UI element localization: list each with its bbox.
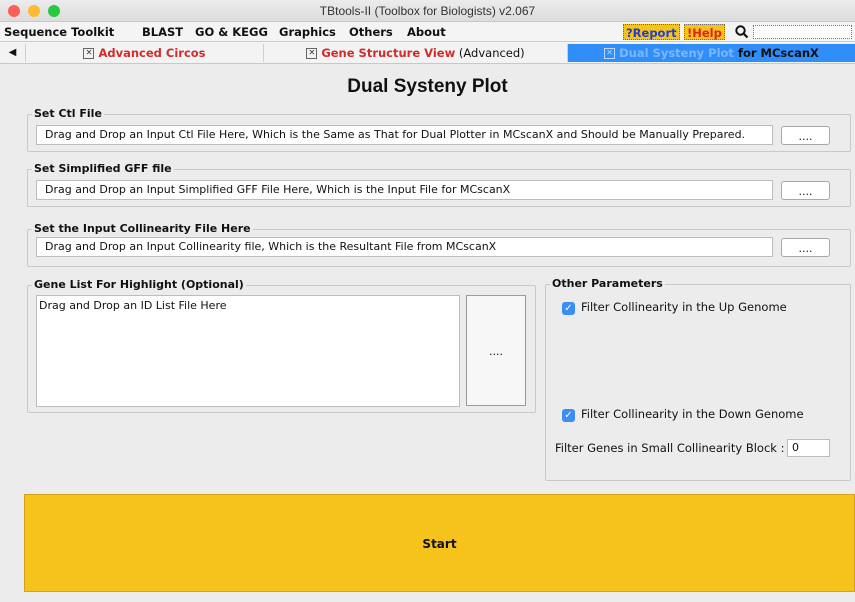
gff-file-browse-button[interactable]: .... bbox=[781, 181, 830, 200]
checkmark-icon: ✓ bbox=[564, 410, 573, 421]
tab-back-arrow[interactable]: ◀ bbox=[0, 44, 26, 62]
gene-list-browse-button[interactable]: .... bbox=[466, 295, 526, 406]
tab-label: Gene Structure View bbox=[321, 46, 456, 60]
tab-label-rest: for MCscanX bbox=[733, 46, 819, 60]
report-button[interactable]: ?Report bbox=[623, 24, 680, 40]
menu-about[interactable]: About bbox=[407, 22, 446, 42]
collinearity-file-legend: Set the Input Collinearity File Here bbox=[32, 222, 253, 236]
ctl-file-group: Set Ctl File Drag and Drop an Input Ctl … bbox=[27, 107, 851, 152]
collinearity-file-browse-button[interactable]: .... bbox=[781, 238, 830, 257]
ctl-file-input[interactable]: Drag and Drop an Input Ctl File Here, Wh… bbox=[36, 125, 773, 145]
tab-label-rest: (Advanced) bbox=[455, 46, 525, 60]
filter-down-checkbox[interactable]: ✓ bbox=[562, 409, 575, 422]
close-box-icon[interactable]: ✕ bbox=[604, 48, 616, 59]
tab-dual-systeny-plot[interactable]: ✕ Dual Systeny Plot for MCscanX bbox=[568, 44, 855, 62]
filter-down-label: Filter Collinearity in the Down Genome bbox=[581, 407, 804, 421]
menu-graphics[interactable]: Graphics bbox=[279, 22, 336, 42]
menu-others[interactable]: Others bbox=[349, 22, 393, 42]
small-block-input[interactable]: 0 bbox=[787, 439, 830, 457]
tab-bar: ◀ ✕ Advanced Circos ✕ Gene Structure View … bbox=[0, 42, 855, 64]
gff-file-input[interactable]: Drag and Drop an Input Simplified GFF Fi… bbox=[36, 180, 773, 200]
window-title: TBtools-II (Toolbox for Biologists) v2.0… bbox=[319, 4, 536, 18]
menu-bar: Sequence Toolkit BLAST GO & KEGG Graphic… bbox=[0, 22, 855, 42]
collinearity-file-input[interactable]: Drag and Drop an Input Collinearity file… bbox=[36, 237, 773, 257]
gff-file-group: Set Simplified GFF file Drag and Drop an… bbox=[27, 162, 851, 207]
small-block-label: Filter Genes in Small Collinearity Block… bbox=[555, 441, 785, 455]
filter-up-checkbox[interactable]: ✓ bbox=[562, 302, 575, 315]
gene-list-textarea[interactable]: Drag and Drop an ID List File Here bbox=[36, 295, 460, 407]
menu-sequence-toolkit[interactable]: Sequence Toolkit bbox=[4, 22, 114, 42]
gene-list-legend: Gene List For Highlight (Optional) bbox=[32, 278, 246, 292]
menu-blast[interactable]: BLAST bbox=[142, 22, 183, 42]
page-title: Dual Systeny Plot bbox=[347, 76, 508, 97]
checkmark-icon: ✓ bbox=[564, 303, 573, 314]
ctl-file-browse-button[interactable]: .... bbox=[781, 126, 830, 145]
menu-go-kegg[interactable]: GO & KEGG bbox=[195, 22, 268, 42]
start-button[interactable]: Start bbox=[24, 494, 855, 592]
other-parameters-group: Other Parameters ✓ Filter Collinearity i… bbox=[545, 277, 851, 481]
tab-gene-structure-view[interactable]: ✕ Gene Structure View (Advanced) bbox=[264, 44, 568, 62]
filter-up-label: Filter Collinearity in the Up Genome bbox=[581, 300, 787, 314]
gene-list-group: Gene List For Highlight (Optional) Drag … bbox=[27, 278, 536, 413]
window-titlebar: TBtools-II (Toolbox for Biologists) v2.0… bbox=[0, 0, 855, 22]
tab-label: Dual Systeny Plot bbox=[619, 46, 734, 60]
tab-label: Advanced Circos bbox=[98, 46, 206, 60]
close-box-icon[interactable]: ✕ bbox=[83, 48, 95, 59]
ctl-file-legend: Set Ctl File bbox=[32, 107, 104, 121]
other-parameters-legend: Other Parameters bbox=[550, 277, 665, 291]
tab-advanced-circos[interactable]: ✕ Advanced Circos bbox=[26, 44, 264, 62]
search-input[interactable] bbox=[753, 25, 852, 39]
help-button[interactable]: !Help bbox=[684, 24, 725, 40]
gff-file-legend: Set Simplified GFF file bbox=[32, 162, 174, 176]
collinearity-file-group: Set the Input Collinearity File Here Dra… bbox=[27, 222, 851, 267]
close-box-icon[interactable]: ✕ bbox=[306, 48, 318, 59]
search-icon[interactable] bbox=[734, 24, 750, 40]
